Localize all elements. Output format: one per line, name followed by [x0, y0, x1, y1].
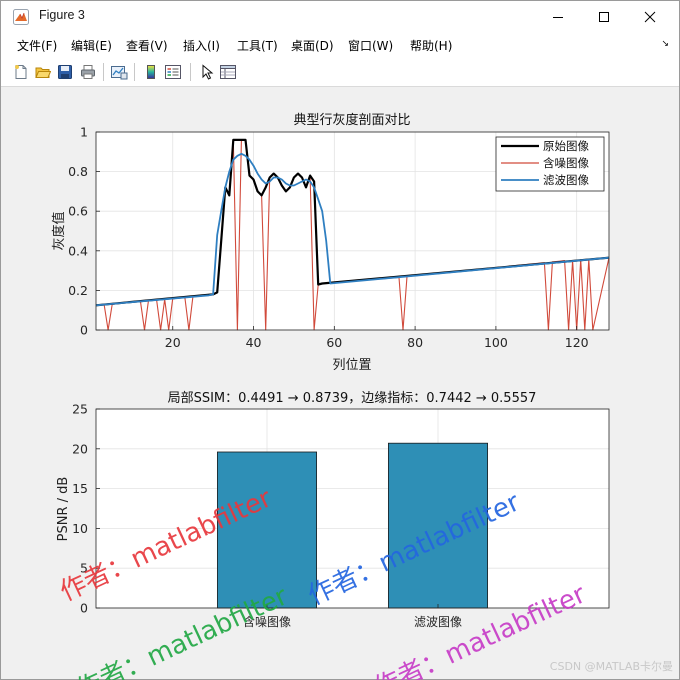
bar-ytick-label-0: 0: [80, 601, 88, 616]
maximize-button[interactable]: [581, 1, 627, 32]
title-bar: Figure 3: [1, 1, 679, 32]
axes-profile: 20 40 60 80 100 120 00.20.40.60.81 典型行灰度剖面对比 …: [51, 112, 610, 373]
print-button[interactable]: [78, 61, 98, 83]
bar-ytick-label-2: 10: [72, 521, 88, 536]
open-file-icon: [35, 67, 51, 78]
menu-item-4[interactable]: 工具(T): [237, 37, 278, 54]
ytick-label-0: 0: [80, 323, 88, 338]
insert-legend-icon: [165, 65, 181, 79]
bar-xtick-label-1: 滤波图像: [414, 615, 462, 629]
ytick-label-2: 0.4: [68, 243, 88, 258]
xtick-label-5: 120: [565, 335, 589, 350]
bar-ytick-label-4: 20: [72, 441, 88, 456]
menu-item-2[interactable]: 查看(V): [126, 37, 168, 54]
minimize-button[interactable]: [535, 1, 581, 32]
menu-item-5[interactable]: 桌面(D): [291, 37, 334, 54]
new-figure-button[interactable]: [11, 61, 31, 83]
link-plot-button[interactable]: [109, 61, 129, 83]
close-icon: [644, 11, 656, 22]
insert-colorbar-icon: [147, 65, 155, 79]
save-button[interactable]: [55, 61, 75, 83]
axes-profile-yticks: 0 0.2 0.4 0.6 0.8 1: [68, 125, 100, 338]
bar-ytick-label-5: 25: [72, 402, 88, 417]
print-icon: [81, 65, 95, 79]
ytick-label-4: 0.8: [68, 164, 88, 179]
xtick-label-0: 20: [165, 335, 181, 350]
maximize-icon: [599, 11, 609, 22]
axes-profile-title: 典型行灰度剖面对比: [293, 112, 410, 128]
toolbar-separator: [103, 63, 104, 81]
toolbar-separator: [134, 63, 135, 81]
ytick-label-1: 0.2: [68, 283, 88, 298]
bar-ytick-label-3: 15: [72, 481, 88, 496]
matlab-icon: [13, 9, 29, 25]
menu-item-7[interactable]: 帮助(H): [410, 37, 452, 54]
close-button[interactable]: [627, 1, 673, 32]
xtick-label-3: 80: [407, 335, 423, 350]
ytick-label-5: 1: [80, 125, 88, 140]
save-icon: [58, 65, 72, 79]
axes-profile-legend[interactable]: 原始图像 含噪图像 滤波图像: [495, 136, 605, 192]
edit-plot-arrow-icon: [202, 64, 214, 80]
menu-item-3[interactable]: 插入(I): [183, 37, 220, 54]
legend-label-filtered: 滤波图像: [543, 173, 589, 187]
property-inspector-icon: [220, 65, 236, 79]
menu-overflow-arrow[interactable]: ↘: [661, 39, 669, 49]
menu-item-1[interactable]: 编辑(E): [71, 37, 112, 54]
insert-colorbar-button[interactable]: [141, 61, 161, 83]
window-title: Figure 3: [39, 8, 85, 22]
figure-window: Figure 3 ↘ 文件(F) 编辑(E) 查看(V) 插入(I) 工具(T) 桌面(D…: [0, 0, 680, 680]
property-inspector-button[interactable]: [218, 61, 238, 83]
ytick-label-3: 0.6: [68, 204, 88, 219]
csdn-credit: CSDN @MATLAB卡尔曼: [549, 660, 673, 673]
axes-psnr-ylabel: PSNR / dB: [56, 477, 71, 542]
insert-legend-button[interactable]: [163, 61, 183, 83]
menu-bar: ↘ 文件(F) 编辑(E) 查看(V) 插入(I) 工具(T) 桌面(D) 窗口(W) 帮助(…: [1, 32, 679, 58]
axes-psnr-title: 局部SSIM：0.4491 → 0.8739，边缘指标：0.7442 → 0.5…: [168, 391, 537, 406]
menu-item-0[interactable]: 文件(F): [17, 37, 57, 54]
legend-label-noisy: 含噪图像: [543, 156, 589, 170]
open-file-button[interactable]: [33, 61, 53, 83]
xtick-label-2: 60: [326, 335, 342, 350]
menu-item-6[interactable]: 窗口(W): [348, 37, 393, 54]
xtick-label-4: 100: [484, 335, 508, 350]
axes-profile-ylabel: 灰度值: [51, 211, 67, 250]
toolbar: [1, 58, 679, 87]
minimize-icon: [553, 16, 563, 18]
link-plot-icon: [111, 66, 128, 80]
new-figure-icon: [15, 65, 27, 79]
xtick-label-1: 40: [246, 335, 262, 350]
legend-label-original: 原始图像: [543, 139, 589, 153]
axes-profile-xlabel: 列位置: [332, 358, 371, 373]
toolbar-separator: [190, 63, 191, 81]
edit-plot-button[interactable]: [197, 61, 217, 83]
